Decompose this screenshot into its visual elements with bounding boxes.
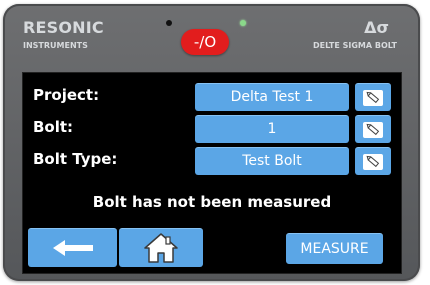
home-icon [144, 233, 178, 263]
home-button[interactable] [119, 228, 203, 267]
indicator-led-off [166, 20, 172, 26]
measurement-status-message: Bolt has not been measured [92, 193, 332, 211]
pencil-icon [363, 121, 383, 138]
edit-bolt-type-button[interactable] [355, 147, 391, 175]
project-row: Project: Delta Test 1 [23, 83, 401, 113]
pencil-icon [363, 153, 383, 170]
device-bezel: RESONIC INSTRUMENTS -/O Δσ DELTE SIGMA B… [3, 4, 420, 281]
brand-logo: RESONIC INSTRUMENTS [23, 19, 104, 51]
product-symbol: Δσ [364, 18, 389, 37]
bolt-type-label: Bolt Type: [33, 150, 118, 168]
project-field[interactable]: Delta Test 1 [195, 83, 349, 111]
project-label: Project: [33, 86, 100, 104]
left-arrow-icon [52, 240, 93, 256]
product-logo: Δσ DELTE SIGMA BOLT [313, 19, 397, 51]
bolt-row: Bolt: 1 [23, 115, 401, 145]
indicator-led-on [240, 20, 246, 26]
connection-status-badge[interactable]: -/O [181, 29, 229, 55]
back-button[interactable] [28, 228, 117, 267]
brand-name: RESONIC [23, 18, 104, 37]
bolt-label: Bolt: [33, 118, 74, 136]
measure-button[interactable]: MEASURE [286, 233, 383, 264]
brand-subtitle: INSTRUMENTS [23, 41, 88, 50]
product-name: DELTE SIGMA BOLT [313, 41, 397, 50]
edit-project-button[interactable] [355, 83, 391, 111]
bolt-field[interactable]: 1 [195, 115, 349, 143]
bolt-type-field[interactable]: Test Bolt [195, 147, 349, 175]
display-screen: Project: Delta Test 1 Bolt: 1 Bolt Type:… [22, 72, 402, 274]
bolt-type-row: Bolt Type: Test Bolt [23, 147, 401, 177]
edit-bolt-button[interactable] [355, 115, 391, 143]
pencil-icon [363, 89, 383, 106]
